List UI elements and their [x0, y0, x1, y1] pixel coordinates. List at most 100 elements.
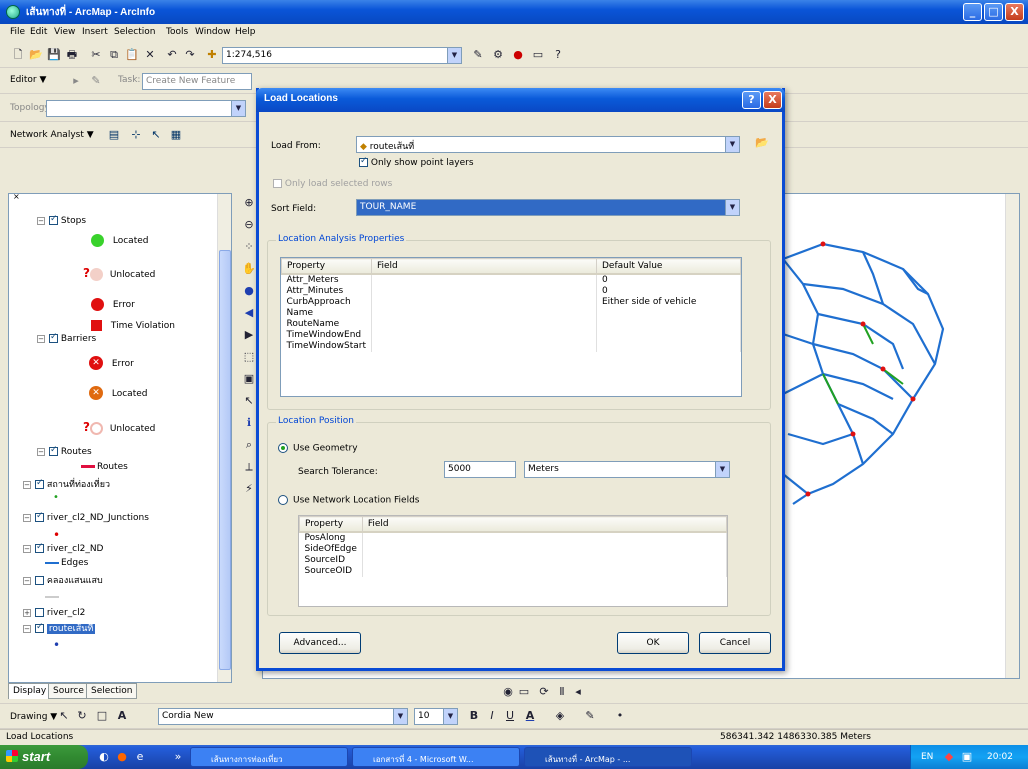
menu-insert[interactable]: Insert [82, 27, 108, 37]
only-selected-rows-checkbox[interactable]: Only load selected rows [273, 179, 392, 189]
help-button[interactable]: ? [742, 91, 761, 109]
collapse-icon[interactable]: − [23, 480, 31, 489]
layer-label-selected[interactable]: routeเส้นที่ [46, 624, 96, 634]
data-view-icon[interactable]: ◉ [500, 684, 516, 700]
network-analyst-menu[interactable]: Network Analyst ▼ [10, 130, 94, 140]
collapse-icon[interactable]: − [37, 216, 45, 225]
layer-label[interactable]: สถานที่ท่องเที่ยว [47, 480, 110, 490]
field-cell[interactable] [371, 308, 597, 319]
arctoolbox-icon[interactable]: ⚙ [490, 47, 506, 63]
forward-extent-icon[interactable]: ▶ [241, 327, 257, 343]
chevron-icon[interactable]: » [170, 749, 186, 765]
close-button[interactable]: X [1005, 3, 1024, 21]
layer-label[interactable]: river_cl2_ND [47, 544, 104, 554]
create-location-icon[interactable]: ⊹ [128, 127, 144, 143]
chevron-down-icon[interactable]: ▼ [715, 462, 729, 477]
print-icon[interactable]: 🖶 [64, 47, 80, 63]
column-header[interactable]: Field [361, 516, 728, 533]
copy-icon[interactable]: ⧉ [106, 47, 122, 63]
find-icon[interactable]: ⌕ [241, 437, 257, 453]
checkbox[interactable] [273, 179, 282, 188]
table-row[interactable]: SourceID [299, 555, 728, 566]
use-network-fields-radio[interactable]: Use Network Location Fields [278, 495, 420, 506]
layer-checkbox[interactable] [35, 511, 44, 522]
field-cell[interactable] [371, 341, 597, 352]
column-header[interactable]: Field [371, 258, 597, 275]
collapse-icon[interactable]: − [23, 544, 31, 553]
topology-combo[interactable]: ▼ [46, 100, 246, 117]
table-row[interactable]: Attr_Meters 0 [281, 274, 741, 286]
redo-icon[interactable]: ↷ [182, 47, 198, 63]
tab-source[interactable]: Source [48, 683, 89, 699]
ok-button[interactable]: OK [617, 632, 689, 654]
ie-icon[interactable]: e [132, 749, 148, 765]
chevron-down-icon[interactable]: ▼ [393, 709, 407, 724]
table-row[interactable]: SideOfEdge [299, 544, 728, 555]
tab-display[interactable]: Display [8, 683, 52, 699]
expand-icon[interactable]: + [23, 608, 31, 617]
taskbar-item-word[interactable]: เอกสารที่ 4 - Microsoft W... [352, 747, 520, 767]
select-elements-icon[interactable]: ↖ [241, 393, 257, 409]
layer-label[interactable]: river_cl2 [47, 608, 85, 618]
full-extent-icon[interactable]: ● [241, 283, 257, 299]
chevron-down-icon[interactable]: ▼ [725, 200, 739, 215]
checkbox[interactable] [359, 156, 368, 167]
minimize-button[interactable]: _ [963, 3, 982, 21]
layer-checkbox[interactable] [49, 214, 58, 225]
underline-icon[interactable]: U [502, 708, 518, 724]
default-value-cell[interactable]: 0 [596, 286, 741, 297]
browse-folder-icon[interactable]: 📂 [754, 135, 770, 151]
font-combo[interactable]: Cordia New ▼ [158, 708, 408, 725]
units-combo[interactable]: Meters ▼ [524, 461, 730, 478]
table-row[interactable]: CurbApproach Either side of vehicle [281, 297, 741, 308]
rotate-icon[interactable]: ↻ [74, 708, 90, 724]
toc-close-icon[interactable]: × [13, 194, 20, 201]
menu-selection[interactable]: Selection [114, 27, 155, 37]
menu-window[interactable]: Window [195, 27, 231, 37]
new-icon[interactable]: 🗋 [10, 47, 26, 63]
save-icon[interactable]: 💾 [46, 47, 62, 63]
open-icon[interactable]: 📂 [28, 47, 44, 63]
marker-color-icon[interactable]: • [612, 708, 628, 724]
menu-help[interactable]: Help [235, 27, 256, 37]
chevron-down-icon[interactable]: ▼ [231, 101, 245, 116]
default-value-cell[interactable]: 0 [596, 274, 741, 286]
back-extent-icon[interactable]: ◀ [241, 305, 257, 321]
task-combo[interactable]: Create New Feature [142, 73, 252, 90]
dialog-close-button[interactable]: X [763, 91, 782, 109]
default-value-cell[interactable] [596, 330, 741, 341]
line-color-icon[interactable]: ✎ [582, 708, 598, 724]
map-scrollbar[interactable] [1005, 194, 1019, 678]
zoom-in-icon[interactable]: ⊕ [241, 195, 257, 211]
drawing-menu[interactable]: Drawing ▼ [10, 712, 57, 722]
pause-drawing-icon[interactable]: Ⅱ [554, 684, 570, 700]
layer-checkbox[interactable] [35, 576, 44, 585]
italic-icon[interactable]: I [484, 708, 500, 724]
table-row[interactable]: RouteName [281, 319, 741, 330]
fill-color-icon[interactable]: ◈ [552, 708, 568, 724]
field-cell[interactable] [362, 555, 728, 566]
table-row[interactable]: SourceOID [299, 566, 728, 577]
collapse-icon[interactable]: − [23, 624, 31, 633]
default-value-cell[interactable]: Either side of vehicle [596, 297, 741, 308]
table-row[interactable]: PosAlong [299, 532, 728, 544]
layer-label[interactable]: คลองแสนแสบ [47, 576, 103, 586]
menu-edit[interactable]: Edit [30, 27, 47, 37]
sketch-tool-icon[interactable]: ✎ [88, 73, 104, 89]
identify-icon[interactable]: ℹ [241, 415, 257, 431]
layer-label[interactable]: Stops [61, 216, 86, 226]
tab-selection[interactable]: Selection [86, 683, 138, 699]
network-fields-grid[interactable]: Property Field PosAlong SideOfEdge Sourc… [298, 515, 728, 607]
layer-checkbox[interactable] [49, 332, 58, 343]
network-tray-icon[interactable]: ▣ [959, 749, 975, 765]
taskbar-item-folder[interactable]: เส้นทางการท่องเที่ยว [190, 747, 348, 767]
editor-menu[interactable]: Editor ▼ [10, 75, 46, 85]
radio-button[interactable] [278, 443, 288, 453]
table-row[interactable]: Attr_Minutes 0 [281, 286, 741, 297]
layout-view-icon[interactable]: ▭ [516, 684, 532, 700]
network-window-icon[interactable]: ▤ [106, 127, 122, 143]
column-header[interactable]: Property [281, 258, 372, 275]
undo-icon[interactable]: ↶ [164, 47, 180, 63]
select-location-icon[interactable]: ↖ [148, 127, 164, 143]
whats-this-icon[interactable]: ? [550, 47, 566, 63]
